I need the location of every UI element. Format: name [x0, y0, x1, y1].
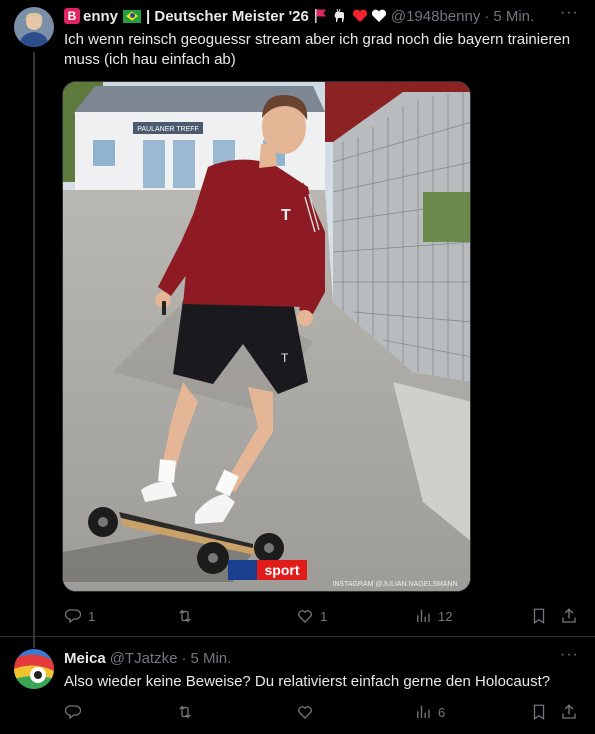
display-name[interactable]: B enny | Deutscher Meister '26 — [64, 8, 387, 25]
retweet-icon — [179, 609, 191, 623]
tweet-photo[interactable]: PAULANER TREFF T T sport INSTAGRAM @JULI… — [62, 81, 471, 592]
display-name-text: enny — [83, 7, 119, 25]
separator-dot: · — [181, 649, 187, 667]
brazil-flag-icon — [123, 9, 142, 23]
retweet-icon — [179, 705, 191, 719]
thread-line — [33, 52, 35, 648]
reply-icon — [64, 705, 82, 720]
bookmark-button[interactable] — [530, 703, 548, 721]
reply-count: 1 — [88, 608, 96, 624]
heart-icon — [298, 706, 312, 719]
goat-icon — [334, 8, 344, 22]
reply-button[interactable]: 1 — [64, 607, 95, 625]
white-heart-icon — [371, 9, 386, 22]
sign-text: PAULANER TREFF — [137, 126, 199, 133]
sky-sport-logo: sport — [228, 560, 307, 580]
bookmark-icon — [533, 704, 545, 721]
like-button[interactable]: 1 — [296, 607, 327, 625]
share-button[interactable] — [560, 607, 578, 625]
avatar-benny-image — [14, 7, 54, 47]
heart-icon — [298, 610, 312, 623]
display-name[interactable]: Meica — [64, 650, 106, 667]
reply-icon — [64, 609, 82, 624]
retweet-button[interactable] — [176, 607, 200, 625]
broadcaster-logo-text: sport — [265, 562, 300, 578]
avatar-meica[interactable] — [14, 649, 54, 689]
views-count: 12 — [438, 608, 453, 624]
views-button[interactable]: 12 — [414, 607, 452, 625]
more-options-button[interactable]: ··· — [560, 646, 579, 664]
separator-dot: · — [484, 7, 490, 25]
bookmark-icon — [533, 608, 545, 625]
timestamp[interactable]: 5 Min. — [190, 650, 231, 667]
tweet-text: Also wieder keine Beweise? Du relativier… — [64, 673, 551, 690]
tweet-meica[interactable]: Meica @TJatzke · 5 Min. ··· Also wieder … — [0, 636, 595, 734]
handle[interactable]: @TJatzke — [110, 650, 178, 667]
tweet-text: Ich wenn reinsch geoguessr stream aber i… — [64, 31, 571, 68]
avatar-benny[interactable] — [14, 7, 54, 47]
like-count: 1 — [320, 608, 328, 624]
photo-skateboard-coach: PAULANER TREFF T T sport INSTAGRAM @JULI… — [63, 82, 470, 591]
like-button[interactable] — [296, 703, 320, 721]
red-flag-icon — [314, 9, 326, 23]
red-heart-icon — [352, 9, 367, 22]
more-options-button[interactable]: ··· — [560, 4, 579, 22]
image-credit: INSTAGRAM @JULIAN.NAGELSMANN — [332, 581, 457, 588]
avatar-meica-image — [14, 649, 54, 689]
tweet-header: Meica @TJatzke · 5 Min. — [64, 648, 231, 668]
reply-button[interactable] — [64, 703, 88, 721]
views-bar-chart-icon — [417, 706, 430, 718]
tweet-header: B enny | Deutscher Meister '26 @1948benn… — [64, 6, 534, 26]
share-icon — [562, 608, 576, 623]
tweet-actions: 1 1 12 — [64, 606, 579, 626]
jersey-logo-text: T — [281, 207, 291, 224]
views-button[interactable]: 6 — [414, 703, 445, 721]
retweet-button[interactable] — [176, 703, 200, 721]
views-count: 6 — [438, 704, 446, 720]
tweet-actions: 6 — [64, 702, 579, 722]
shorts-logo-text: T — [281, 351, 289, 365]
handle[interactable]: @1948benny — [391, 8, 480, 25]
letter-b-badge-icon: B — [64, 8, 80, 24]
display-name-suffix: | Deutscher Meister '26 — [146, 7, 309, 25]
bookmark-button[interactable] — [530, 607, 548, 625]
share-icon — [562, 704, 576, 719]
tweet-benny[interactable]: B enny | Deutscher Meister '26 @1948benn… — [0, 0, 595, 648]
views-bar-chart-icon — [417, 610, 430, 622]
timestamp[interactable]: 5 Min. — [493, 8, 534, 25]
share-button[interactable] — [560, 703, 578, 721]
